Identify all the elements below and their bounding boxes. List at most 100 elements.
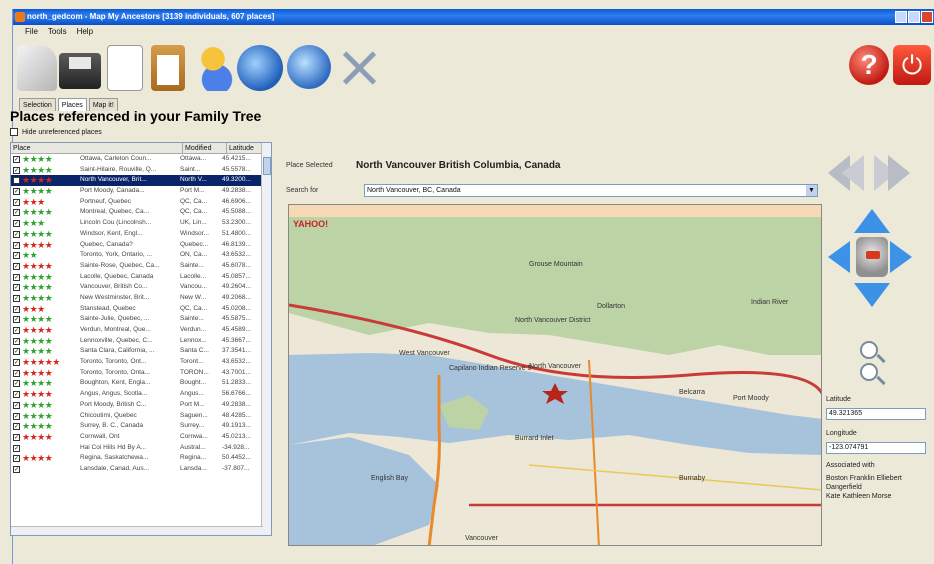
- row-checkbox[interactable]: ✓: [13, 262, 20, 270]
- column-latitude[interactable]: Latitude: [227, 143, 263, 153]
- zoom-out-icon[interactable]: [860, 363, 878, 381]
- scroll-thumb[interactable]: [263, 157, 271, 175]
- row-checkbox[interactable]: ✓: [13, 252, 20, 260]
- row-checkbox[interactable]: ✓: [13, 305, 20, 313]
- table-row[interactable]: ✓ ★★★★★ Toronto, Toronto, Ont... Toront... 4…: [11, 357, 271, 368]
- table-row[interactable]: ✓ ★★★★ Sainte-Julie, Quebec, ... Sainte... 4…: [11, 314, 271, 325]
- globe-icon[interactable]: [287, 45, 331, 89]
- place-name: Quebec, Canada?: [80, 240, 133, 248]
- row-checkbox[interactable]: ✓: [13, 337, 20, 345]
- row-checkbox[interactable]: ✓: [13, 380, 20, 388]
- power-icon[interactable]: ⏻: [893, 45, 931, 85]
- row-checkbox[interactable]: ✓: [13, 412, 20, 420]
- table-row[interactable]: ✓ ★★★★ Santa Clara, California, ... Santa C…: [11, 346, 271, 357]
- row-checkbox[interactable]: ✓: [13, 220, 20, 228]
- row-checkbox[interactable]: ✓: [13, 284, 20, 292]
- maximize-button[interactable]: [908, 11, 920, 23]
- pan-up-icon[interactable]: [854, 209, 890, 233]
- zoom-in-icon[interactable]: [860, 341, 878, 359]
- center-map-icon[interactable]: [856, 237, 888, 277]
- pan-left-icon[interactable]: [828, 241, 850, 273]
- previous-icon[interactable]: [842, 155, 864, 191]
- menu-help[interactable]: Help: [77, 25, 93, 39]
- table-row[interactable]: ✓ ★★★★ Chicoutimi, Quebec Saguen... 48.4285.…: [11, 411, 271, 422]
- row-checkbox[interactable]: ✓: [13, 444, 20, 452]
- table-row[interactable]: ✓ ★★★★ Sainte-Rose, Quebec, Ca... Sainte...…: [11, 261, 271, 272]
- table-row[interactable]: ✓ ★★★★ Windsor, Kent, Engl... Windsor... 51.…: [11, 229, 271, 240]
- row-checkbox[interactable]: ✓: [13, 156, 20, 163]
- table-row[interactable]: ✓ Hai Coi Hills Hd By A... Austral... -34.9…: [11, 443, 271, 454]
- table-row[interactable]: ✓ ★★★ Lincoln Cou (Lincolnsh... UK, Lin... 5…: [11, 218, 271, 229]
- row-checkbox[interactable]: ✓: [13, 401, 20, 409]
- column-modified[interactable]: Modified: [183, 143, 227, 153]
- table-row[interactable]: ✓ ★★★★ Port Moody, Canada... Port M... 49.28…: [11, 186, 271, 197]
- row-checkbox[interactable]: ✓: [13, 177, 20, 185]
- row-checkbox[interactable]: ✓: [13, 273, 20, 281]
- table-row[interactable]: ✓ ★★★★ Boughton, Kent, Engla... Bought... 51…: [11, 378, 271, 389]
- row-checkbox[interactable]: ✓: [13, 391, 20, 399]
- table-row[interactable]: ✓ ★★★★ New Westminster, Brit... New W... 49.…: [11, 293, 271, 304]
- close-button[interactable]: [921, 11, 933, 23]
- row-checkbox[interactable]: ✓: [13, 316, 20, 324]
- row-checkbox[interactable]: ✓: [13, 294, 20, 302]
- table-row[interactable]: ✓ ★★★★ Quebec, Canada? Quebec... 46.8139...: [11, 240, 271, 251]
- tools-icon[interactable]: [339, 45, 379, 91]
- row-checkbox[interactable]: ✓: [13, 348, 20, 356]
- table-row[interactable]: ✓ ★★★★ Vancouver, British Co... Vancou... 49…: [11, 282, 271, 293]
- table-row[interactable]: ✓ ★★★★ Surrey, B. C., Canada Surrey... 49.19…: [11, 421, 271, 432]
- row-checkbox[interactable]: ✓: [13, 230, 20, 238]
- minimize-button[interactable]: [895, 11, 907, 23]
- table-row[interactable]: ✓ ★★ Toronto, York, Ontario, ... ON, Ca... 4…: [11, 250, 271, 261]
- table-row[interactable]: ✓ ★★★★ Montreal, Quebec, Ca... QC, Ca... 45.…: [11, 207, 271, 218]
- latitude-field[interactable]: 49.321365: [826, 408, 926, 420]
- table-row[interactable]: ✓ ★★★★ Ottawa, Carleton Coun... Ottawa... 45…: [11, 154, 271, 165]
- menu-tools[interactable]: Tools: [48, 25, 67, 39]
- table-row[interactable]: ✓ ★★★ Portneuf, Quebec QC, Ca... 46.6906...: [11, 197, 271, 208]
- vertical-scrollbar[interactable]: [261, 143, 271, 535]
- column-place[interactable]: Place: [11, 143, 183, 153]
- row-checkbox[interactable]: ✓: [13, 359, 20, 367]
- row-checkbox[interactable]: ✓: [13, 369, 20, 377]
- row-checkbox[interactable]: ✓: [13, 166, 20, 174]
- table-row[interactable]: ✓ Lansdale, Canad, Aus... Lansda... -37.807…: [11, 464, 271, 475]
- map-view[interactable]: YAHOO! North Vancouver District West Van…: [288, 204, 822, 546]
- table-row[interactable]: ✓ ★★★★ Saint-Hilaire, Rouville, Q... Saint.…: [11, 165, 271, 176]
- table-row[interactable]: ✓ ★★★★ North Vancouver, Brit... North V... 4…: [11, 175, 271, 187]
- row-checkbox[interactable]: ✓: [13, 188, 20, 196]
- table-row[interactable]: ✓ ★★★★ Verdun, Montreal, Que... Verdun... 45…: [11, 325, 271, 336]
- globe-search-icon[interactable]: [237, 45, 283, 91]
- help-icon[interactable]: ?: [849, 45, 889, 85]
- row-checkbox[interactable]: ✓: [13, 327, 20, 334]
- pan-right-icon[interactable]: [890, 241, 912, 273]
- new-document-icon[interactable]: [107, 45, 143, 91]
- place-modified: QC, Ca...: [180, 208, 208, 216]
- table-row[interactable]: ✓ ★★★★ Cornwall, Ont Cornwa... 45.0213...: [11, 432, 271, 443]
- row-checkbox[interactable]: ✓: [13, 198, 20, 206]
- pan-down-icon[interactable]: [854, 283, 890, 307]
- longitude-field[interactable]: -123.074791: [826, 442, 926, 454]
- clipboard-icon[interactable]: [151, 45, 185, 91]
- chevron-down-icon[interactable]: ▼: [806, 185, 817, 196]
- row-checkbox[interactable]: ✓: [13, 241, 20, 249]
- search-input[interactable]: North Vancouver, BC, Canada ▼: [364, 184, 818, 197]
- row-checkbox[interactable]: ✓: [13, 433, 20, 441]
- row-checkbox[interactable]: ✓: [13, 455, 20, 463]
- table-row[interactable]: ✓ ★★★★ Regina, Saskatchewa... Regina... 50.4…: [11, 453, 271, 464]
- row-checkbox[interactable]: ✓: [13, 423, 20, 431]
- last-icon[interactable]: [888, 155, 910, 191]
- table-row[interactable]: ✓ ★★★ Stanstead, Quebec QC, Ca... 45.0208...: [11, 304, 271, 315]
- row-checkbox[interactable]: ✓: [13, 465, 20, 473]
- table-row[interactable]: ✓ ★★★★ Lennoxville, Quebec, C... Lennox... 4…: [11, 336, 271, 347]
- row-checkbox[interactable]: ✓: [13, 209, 20, 217]
- horizontal-scrollbar[interactable]: [11, 526, 263, 535]
- open-folder-icon[interactable]: [17, 45, 57, 91]
- save-icon[interactable]: [59, 53, 101, 89]
- table-row[interactable]: ✓ ★★★★ Angus, Angus, Scotla... Angus... 56.6…: [11, 389, 271, 400]
- table-row[interactable]: ✓ ★★★★ Port Moody, British C... Port M... 49…: [11, 400, 271, 411]
- hide-unreferenced-checkbox[interactable]: [10, 128, 18, 136]
- table-row[interactable]: ✓ ★★★★ Lacolle, Quebec, Canada Lacolle... 45…: [11, 272, 271, 283]
- people-icon[interactable]: [193, 45, 233, 91]
- place-modified: Austral...: [180, 443, 206, 451]
- table-row[interactable]: ✓ ★★★★ Toronto, Toronto, Onta... TORON... 43…: [11, 368, 271, 379]
- menu-file[interactable]: File: [25, 25, 38, 39]
